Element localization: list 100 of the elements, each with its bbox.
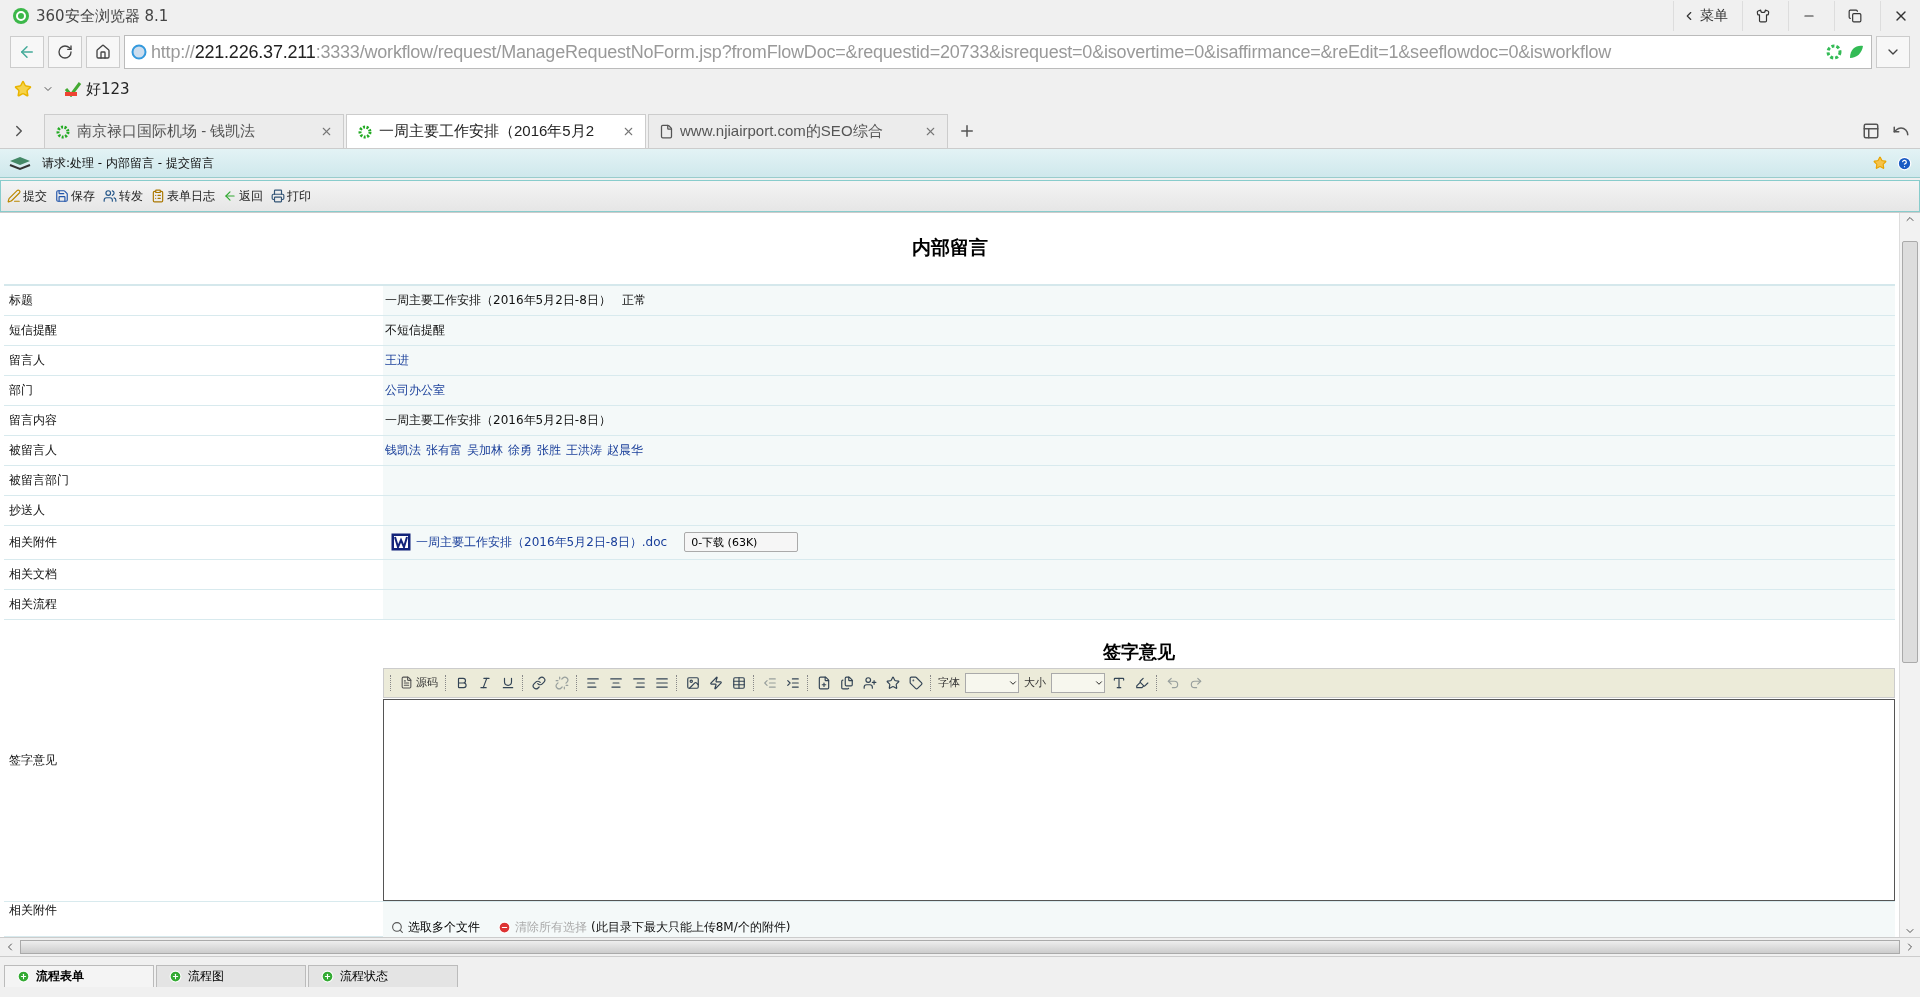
field-label: 部门 [8, 381, 34, 399]
align-center-button[interactable] [607, 675, 625, 690]
highlighter-button[interactable] [1133, 675, 1151, 690]
address-field[interactable]: http://221.226.37.211:3333/workflow/request/ManageRequestNoForm.jsp?fromFlowDoc=&requestid=20733&isrequest=0&isovertime=0&isaffirmance=&reEdit=1&seeflowdoc=0&isworkflow [124, 35, 1872, 69]
toolbar-button[interactable]: 打印 [271, 187, 311, 205]
field-label: 相关附件 [8, 901, 58, 919]
image-icon [686, 675, 700, 690]
dropdown-field[interactable] [1051, 672, 1105, 693]
shirt-icon [1755, 9, 1770, 23]
checkmark-icon [64, 81, 82, 97]
globe-icon [131, 44, 147, 60]
table-icon [732, 675, 746, 690]
close-icon [622, 125, 635, 138]
redo-icon [1189, 675, 1203, 690]
align-left-button[interactable] [584, 675, 602, 690]
field-value: 一周主要工作安排（2016年5月2日-8日） [385, 411, 611, 429]
plus-circle-icon [321, 970, 334, 983]
person-link[interactable]: 张有富 [426, 441, 462, 459]
field-value: 不短信提醒 [385, 321, 445, 339]
browser-tab[interactable]: 南京禄口国际机场 - 钱凯法 [44, 114, 344, 148]
text-color-icon [1112, 675, 1126, 690]
help-icon [1897, 155, 1912, 171]
home-icon [95, 44, 111, 60]
plus-circle-icon [169, 970, 182, 983]
field-label: 相关文档 [8, 565, 58, 583]
person-link[interactable]: 王进 [385, 351, 409, 369]
home-button[interactable] [86, 36, 120, 68]
attachment-link[interactable]: 一周主要工作安排（2016年5月2日-8日）.doc [416, 533, 668, 551]
toolbar-button[interactable]: 转发 [103, 187, 143, 205]
download-button[interactable]: 0-下载 (63K) [684, 532, 799, 553]
browser-logo-icon [12, 7, 30, 25]
window-title: 360安全浏览器 8.1 [36, 6, 169, 26]
field-label: 短信提醒 [8, 321, 58, 339]
toolbar-button[interactable]: 返回 [223, 187, 263, 205]
align-right-icon [632, 675, 646, 690]
close-icon [924, 125, 937, 138]
documents-button[interactable] [838, 675, 856, 690]
select-label: 大小 [1024, 675, 1046, 691]
person-link[interactable]: 张胜 [537, 441, 561, 459]
scrollbar-thumb[interactable] [1902, 241, 1918, 663]
dropdown-field[interactable] [965, 672, 1019, 693]
justify-button[interactable] [653, 675, 671, 690]
outdent-icon [763, 675, 777, 690]
person-link[interactable]: 王洪涛 [566, 441, 602, 459]
select-files-button[interactable]: 选取多个文件 [391, 918, 480, 936]
browser-tab[interactable]: www.njiairport.com的SEO综合 [648, 114, 948, 148]
browser-tab[interactable]: 一周主要工作安排（2016年5月2 [346, 114, 646, 148]
toolbar-button[interactable]: 提交 [7, 187, 47, 205]
person-link[interactable]: 赵晨华 [607, 441, 643, 459]
person-link[interactable]: 徐勇 [508, 441, 532, 459]
field-value: 一周主要工作安排（2016年5月2日-8日） [385, 291, 611, 309]
field-label: 被留言人 [8, 441, 58, 459]
form-tab[interactable]: 流程状态 [308, 965, 458, 987]
field-label: 相关附件 [8, 533, 58, 551]
align-right-button[interactable] [630, 675, 648, 690]
page-icon [659, 124, 674, 139]
tag-icon [909, 675, 923, 690]
table-button[interactable] [730, 675, 748, 690]
link-button[interactable] [530, 675, 548, 690]
person-link[interactable]: 钱凯法 [385, 441, 421, 459]
field-label: 留言人 [8, 351, 46, 369]
star-icon [14, 80, 32, 98]
field-label: 相关流程 [8, 595, 58, 613]
scrollbar-thumb[interactable] [20, 940, 1900, 954]
person-link[interactable]: 吴加林 [467, 441, 503, 459]
user-plus-button[interactable] [861, 675, 879, 690]
form-tab[interactable]: 流程表单 [4, 965, 154, 987]
highlighter-icon [1135, 675, 1149, 690]
file-search-icon [391, 920, 404, 934]
bold-icon [455, 675, 469, 690]
toolbar-button[interactable]: 表单日志 [151, 187, 215, 205]
new-tab-icon [958, 122, 976, 140]
field-label: 被留言部门 [8, 471, 70, 489]
star-button[interactable] [884, 675, 902, 690]
bookmark-link[interactable]: 好123 [64, 79, 130, 99]
field-label: 留言内容 [8, 411, 58, 429]
field-label: 标题 [8, 291, 34, 309]
undo-icon [1166, 675, 1180, 690]
breadcrumb-text: 请求:处理 - 内部留言 - 提交留言 [42, 154, 214, 172]
people-icon [103, 189, 117, 203]
reload-button[interactable] [48, 36, 82, 68]
underline-icon [501, 675, 515, 690]
section-heading: 签字意见 [1102, 639, 1176, 664]
person-link[interactable]: 公司办公室 [385, 381, 445, 399]
image-button[interactable] [684, 675, 702, 690]
indent-button[interactable] [784, 675, 802, 690]
indent-icon [786, 675, 800, 690]
reload-icon [57, 44, 73, 60]
form-tab[interactable]: 流程图 [156, 965, 306, 987]
toolbar-button[interactable]: 保存 [55, 187, 95, 205]
remove-icon [498, 920, 511, 934]
lightning-button[interactable] [707, 675, 725, 690]
star-icon [886, 675, 900, 690]
user-plus-icon [863, 675, 877, 690]
justify-icon [655, 675, 669, 690]
restore-icon [1847, 9, 1862, 23]
star-icon [1873, 156, 1887, 170]
source-button[interactable]: 源码 [398, 675, 440, 691]
link-icon [532, 675, 546, 690]
tag-button[interactable] [907, 675, 925, 690]
